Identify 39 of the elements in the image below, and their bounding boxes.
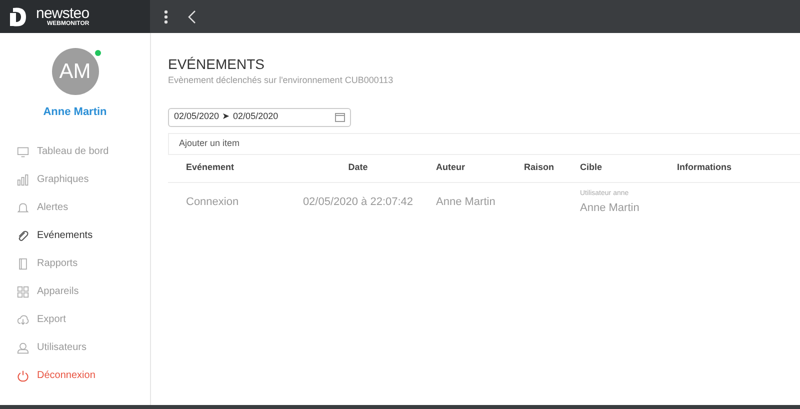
back-icon[interactable] (188, 10, 196, 24)
table-cell: Anne Martin (436, 196, 496, 208)
column-header: Cible (580, 162, 602, 172)
nav-item[interactable]: Graphiques (37, 172, 89, 187)
user-icon (17, 342, 29, 354)
column-header: Evénement (186, 162, 234, 172)
table-cell: 02/05/2020 à 22:07:42 (302, 196, 414, 208)
nav-item[interactable]: Evénements (37, 228, 93, 243)
nav-item[interactable]: Tableau de bord (37, 144, 109, 159)
avatar: AM (52, 48, 98, 95)
logo-icon (10, 6, 28, 28)
paperclip-icon (17, 230, 29, 242)
page-subtitle: Evènement déclenchés sur l'environnement CUB000113 (168, 74, 394, 87)
nav-item[interactable]: Rapports (37, 256, 78, 271)
table-cell-text: Anne Martin (580, 200, 640, 216)
grid-icon (17, 286, 29, 298)
column-header: Raison (524, 162, 554, 172)
document-icon (17, 258, 29, 270)
nav-item[interactable]: Alertes (37, 200, 68, 215)
column-header: Auteur (436, 162, 465, 172)
table-cell: Connexion (186, 196, 239, 208)
logo-text: newsteo (36, 6, 90, 21)
nav-item[interactable]: Utilisateurs (37, 340, 86, 355)
column-header: Informations (677, 162, 732, 172)
nav-item[interactable]: Appareils (37, 284, 79, 299)
add-item-link[interactable]: Ajouter un item (179, 136, 240, 150)
cloud-download-icon (17, 314, 29, 326)
column-header: Date (348, 162, 368, 172)
bell-icon (17, 202, 29, 214)
nav-item[interactable]: Déconnexion (37, 368, 96, 383)
calendar-icon[interactable] (335, 112, 345, 122)
monitor-icon (17, 146, 29, 158)
power-icon (17, 370, 29, 382)
bar-chart-icon (17, 174, 29, 186)
user-name[interactable]: Anne Martin (43, 104, 107, 120)
nav-item[interactable]: Export (37, 312, 66, 327)
date-range-field[interactable]: 02/05/2020 ➤ 02/05/2020 (168, 108, 351, 126)
page-title: EVÉNEMENTS (168, 55, 266, 73)
more-icon[interactable] (164, 10, 168, 24)
